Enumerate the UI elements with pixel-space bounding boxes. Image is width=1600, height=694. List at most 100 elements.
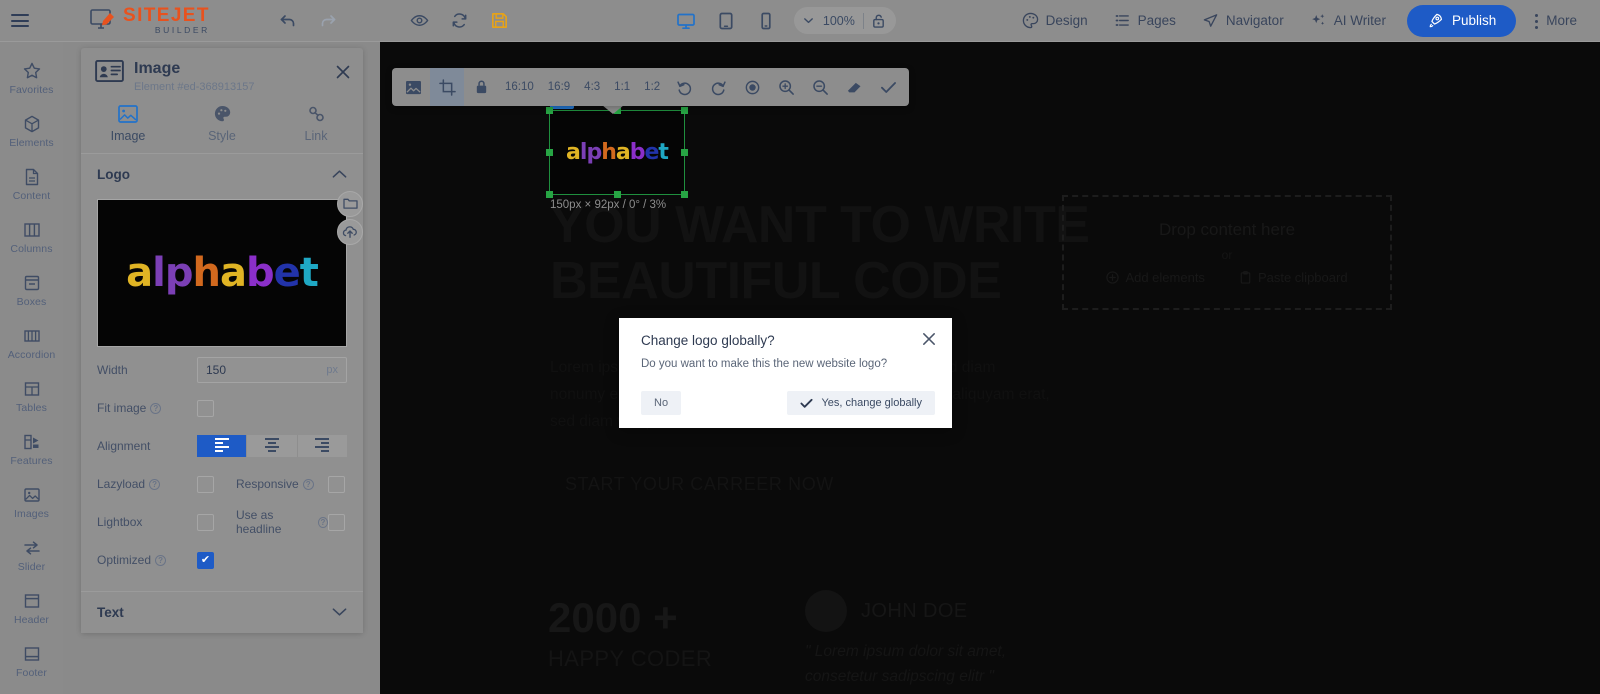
sidebar-item-features[interactable]: Features xyxy=(0,423,63,476)
add-elements-label: Add elements xyxy=(1125,270,1205,285)
sidebar-item-columns[interactable]: Columns xyxy=(0,211,63,264)
sidebar-label: Footer xyxy=(16,667,47,679)
sidebar-item-boxes[interactable]: Boxes xyxy=(0,264,63,317)
dialog-close-button[interactable] xyxy=(922,332,936,346)
ai-writer-label: AI Writer xyxy=(1333,13,1386,28)
fit-image-checkbox[interactable] xyxy=(197,399,214,417)
cta-text[interactable]: START YOUR CARREER NOW xyxy=(565,474,834,495)
save-button[interactable] xyxy=(480,0,520,42)
align-left-button[interactable] xyxy=(197,435,248,458)
design-button[interactable]: Design xyxy=(1009,0,1101,42)
resize-handle-bottom-right[interactable] xyxy=(681,191,688,198)
divider xyxy=(862,12,864,29)
stat-number[interactable]: 2000 + xyxy=(548,594,678,642)
sidebar-item-images[interactable]: Images xyxy=(0,476,63,529)
sidebar-item-slider[interactable]: Slider xyxy=(0,529,63,582)
zoom-out-button[interactable] xyxy=(803,68,837,106)
ratio-16-9-button[interactable]: 16:9 xyxy=(541,81,577,93)
panel-close-button[interactable] xyxy=(335,64,351,80)
device-mobile-button[interactable] xyxy=(746,0,786,42)
dialog-no-button[interactable]: No xyxy=(641,391,682,415)
help-icon[interactable]: ? xyxy=(149,478,161,490)
upload-button[interactable] xyxy=(337,218,363,245)
field-lightbox-headline: Lightbox Use as headline ? xyxy=(97,508,347,537)
width-input[interactable]: 150 px xyxy=(197,357,347,384)
use-as-headline-checkbox[interactable] xyxy=(328,513,345,531)
logo-preview[interactable]: alphabet xyxy=(97,198,347,347)
zoom-in-button[interactable] xyxy=(769,68,803,106)
help-icon[interactable]: ? xyxy=(150,402,162,414)
crop-icon xyxy=(438,78,456,96)
resize-handle-top-right[interactable] xyxy=(681,107,688,114)
resize-handle-middle-left[interactable] xyxy=(546,149,553,156)
help-icon[interactable]: ? xyxy=(317,516,328,528)
sidebar-item-content[interactable]: Content xyxy=(0,158,63,211)
optimized-checkbox[interactable] xyxy=(197,551,214,569)
zoom-control[interactable]: 100% xyxy=(793,7,896,34)
section-text-header[interactable]: Text xyxy=(81,592,363,633)
tab-image[interactable]: Image xyxy=(81,104,175,143)
preview-button[interactable] xyxy=(400,0,440,42)
ratio-1-2-button[interactable]: 1:2 xyxy=(637,81,667,93)
drop-zone[interactable]: Drop content here or Add elements Paste … xyxy=(1062,195,1392,310)
device-tablet-button[interactable] xyxy=(706,0,746,42)
sidebar-item-header[interactable]: Header xyxy=(0,582,63,635)
rotate-right-button[interactable] xyxy=(701,68,735,106)
lock-zoom-button[interactable] xyxy=(866,9,892,33)
reload-button[interactable] xyxy=(440,0,480,42)
columns-icon xyxy=(23,223,40,237)
crop-mode-button[interactable] xyxy=(430,68,464,106)
device-desktop-button[interactable] xyxy=(666,0,706,42)
lock-aspect-button[interactable] xyxy=(464,68,498,106)
lightbox-checkbox[interactable] xyxy=(197,513,214,531)
testimonial-quote[interactable]: " Lorem ipsum dolor sit amet, consetetur… xyxy=(805,640,1075,690)
align-right-button[interactable] xyxy=(297,435,347,458)
website-canvas[interactable]: YOU WANT TO WRITE BEAUTIFUL CODE Lorem i… xyxy=(380,42,1600,694)
testimonial-author[interactable]: JOHN DOE xyxy=(805,590,968,632)
add-elements-button[interactable]: Add elements xyxy=(1106,270,1205,285)
paste-clipboard-button[interactable]: Paste clipboard xyxy=(1239,270,1348,285)
rotate-left-button[interactable] xyxy=(667,68,701,106)
ratio-4-3-button[interactable]: 4:3 xyxy=(577,81,607,93)
navigator-button[interactable]: Navigator xyxy=(1189,0,1297,42)
section-logo-header[interactable]: Logo xyxy=(81,154,363,195)
tab-style[interactable]: Style xyxy=(175,105,269,143)
toolbar-pointer xyxy=(602,105,624,114)
main-menu-button[interactable] xyxy=(0,0,40,42)
ai-writer-button[interactable]: AI Writer xyxy=(1297,0,1399,42)
image-mode-button[interactable] xyxy=(396,68,430,106)
lock-icon xyxy=(476,80,486,94)
help-icon[interactable]: ? xyxy=(155,554,167,566)
redo-button[interactable] xyxy=(308,0,348,42)
align-center-button[interactable] xyxy=(247,435,298,458)
dialog-confirm-button[interactable]: Yes, change globally xyxy=(787,391,935,415)
sidebar-item-footer[interactable]: Footer xyxy=(0,635,63,688)
pages-button[interactable]: Pages xyxy=(1101,0,1189,42)
sidebar-item-accordion[interactable]: Accordion xyxy=(0,317,63,370)
tab-link[interactable]: Link xyxy=(269,105,363,143)
resize-handle-bottom-center[interactable] xyxy=(613,191,621,198)
eraser-button[interactable] xyxy=(837,68,871,106)
apply-crop-button[interactable] xyxy=(871,68,905,106)
sidebar-item-favorites[interactable]: Favorites xyxy=(0,52,63,105)
browse-folder-button[interactable] xyxy=(337,190,363,217)
selected-image-element[interactable]: alphabet xyxy=(546,107,688,198)
stat-label[interactable]: HAPPY CODER xyxy=(548,646,712,672)
ratio-16-10-button[interactable]: 16:10 xyxy=(498,81,541,93)
undo-button[interactable] xyxy=(268,0,308,42)
resize-handle-bottom-left[interactable] xyxy=(546,191,553,198)
publish-button[interactable]: Publish xyxy=(1406,4,1517,37)
more-button[interactable]: More xyxy=(1522,0,1590,42)
responsive-checkbox[interactable] xyxy=(328,475,345,493)
lazyload-checkbox[interactable] xyxy=(197,475,214,493)
sidebar-item-tables[interactable]: Tables xyxy=(0,370,63,423)
resize-handle-middle-right[interactable] xyxy=(681,149,688,156)
resize-handle-top-left[interactable] xyxy=(546,107,553,114)
sidebar-item-elements[interactable]: Elements xyxy=(0,105,63,158)
chevron-down-icon xyxy=(332,608,347,616)
element-card-icon xyxy=(95,60,124,82)
brand-text: SITEJET BUILDER xyxy=(123,6,210,35)
reset-button[interactable] xyxy=(735,68,769,106)
help-icon[interactable]: ? xyxy=(302,478,314,490)
ratio-1-1-button[interactable]: 1:1 xyxy=(607,81,637,93)
